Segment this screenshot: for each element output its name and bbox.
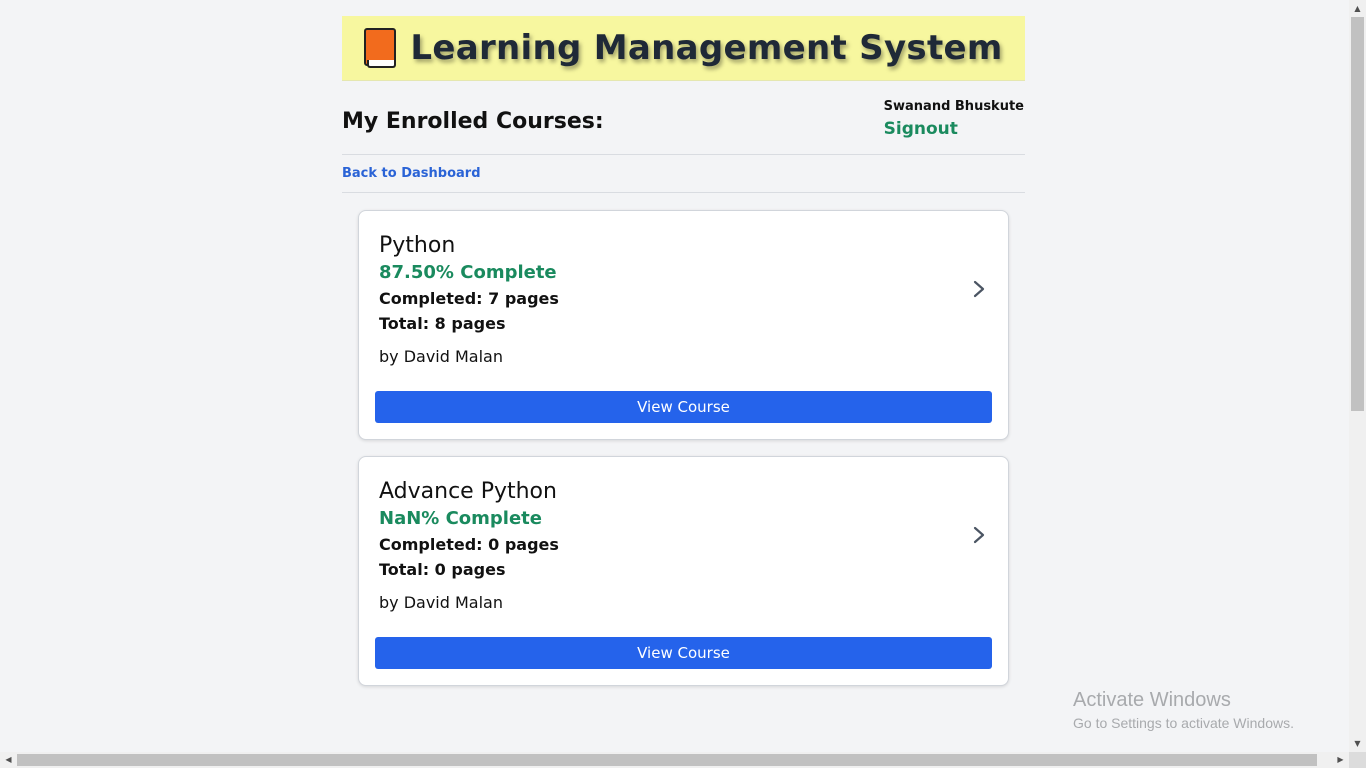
scroll-right-icon[interactable]: ▶: [1332, 752, 1349, 768]
course-author: by David Malan: [379, 347, 503, 366]
back-to-dashboard-link[interactable]: Back to Dashboard: [342, 166, 481, 181]
scroll-up-icon[interactable]: ▲: [1349, 0, 1366, 17]
course-total-pages: Total: 8 pages: [379, 314, 506, 333]
user-name: Swanand Bhuskute: [883, 99, 1024, 114]
user-box: Swanand Bhuskute Signout: [884, 99, 1024, 139]
app-title: Learning Management System: [410, 28, 1003, 68]
book-icon: [364, 28, 397, 68]
course-title: Python: [379, 233, 456, 258]
course-total-pages: Total: 0 pages: [379, 560, 506, 579]
scroll-down-icon[interactable]: ▼: [1349, 735, 1366, 752]
app-banner: Learning Management System: [342, 16, 1025, 81]
horizontal-scroll-thumb[interactable]: [17, 754, 1317, 766]
scrollbar-corner: [1349, 752, 1366, 768]
course-progress: 87.50% Complete: [379, 262, 557, 283]
page-title: My Enrolled Courses:: [342, 109, 604, 134]
course-card: Advance Python NaN% Complete Completed: …: [358, 456, 1009, 686]
chevron-right-icon[interactable]: [972, 279, 986, 299]
course-completed-pages: Completed: 0 pages: [379, 535, 559, 554]
view-course-button[interactable]: View Course: [375, 391, 992, 423]
windows-activation-watermark: Activate Windows Go to Settings to activ…: [1073, 689, 1294, 731]
signout-link[interactable]: Signout: [884, 119, 1024, 139]
course-card: Python 87.50% Complete Completed: 7 page…: [358, 210, 1009, 440]
scroll-left-icon[interactable]: ◀: [0, 752, 17, 768]
course-author: by David Malan: [379, 593, 503, 612]
page-header: My Enrolled Courses: Swanand Bhuskute Si…: [342, 81, 1025, 155]
course-title: Advance Python: [379, 479, 557, 504]
view-course-button[interactable]: View Course: [375, 637, 992, 669]
vertical-scroll-thumb[interactable]: [1351, 17, 1364, 411]
chevron-right-icon[interactable]: [972, 525, 986, 545]
vertical-scrollbar[interactable]: ▲ ▼: [1349, 0, 1366, 752]
course-list: Python 87.50% Complete Completed: 7 page…: [342, 193, 1025, 686]
watermark-subtitle: Go to Settings to activate Windows.: [1073, 715, 1294, 731]
course-progress: NaN% Complete: [379, 508, 542, 529]
watermark-title: Activate Windows: [1073, 689, 1231, 711]
course-completed-pages: Completed: 7 pages: [379, 289, 559, 308]
back-nav: Back to Dashboard: [342, 155, 1025, 193]
horizontal-scrollbar[interactable]: ◀ ▶: [0, 752, 1349, 768]
page-container: Learning Management System My Enrolled C…: [342, 16, 1025, 702]
